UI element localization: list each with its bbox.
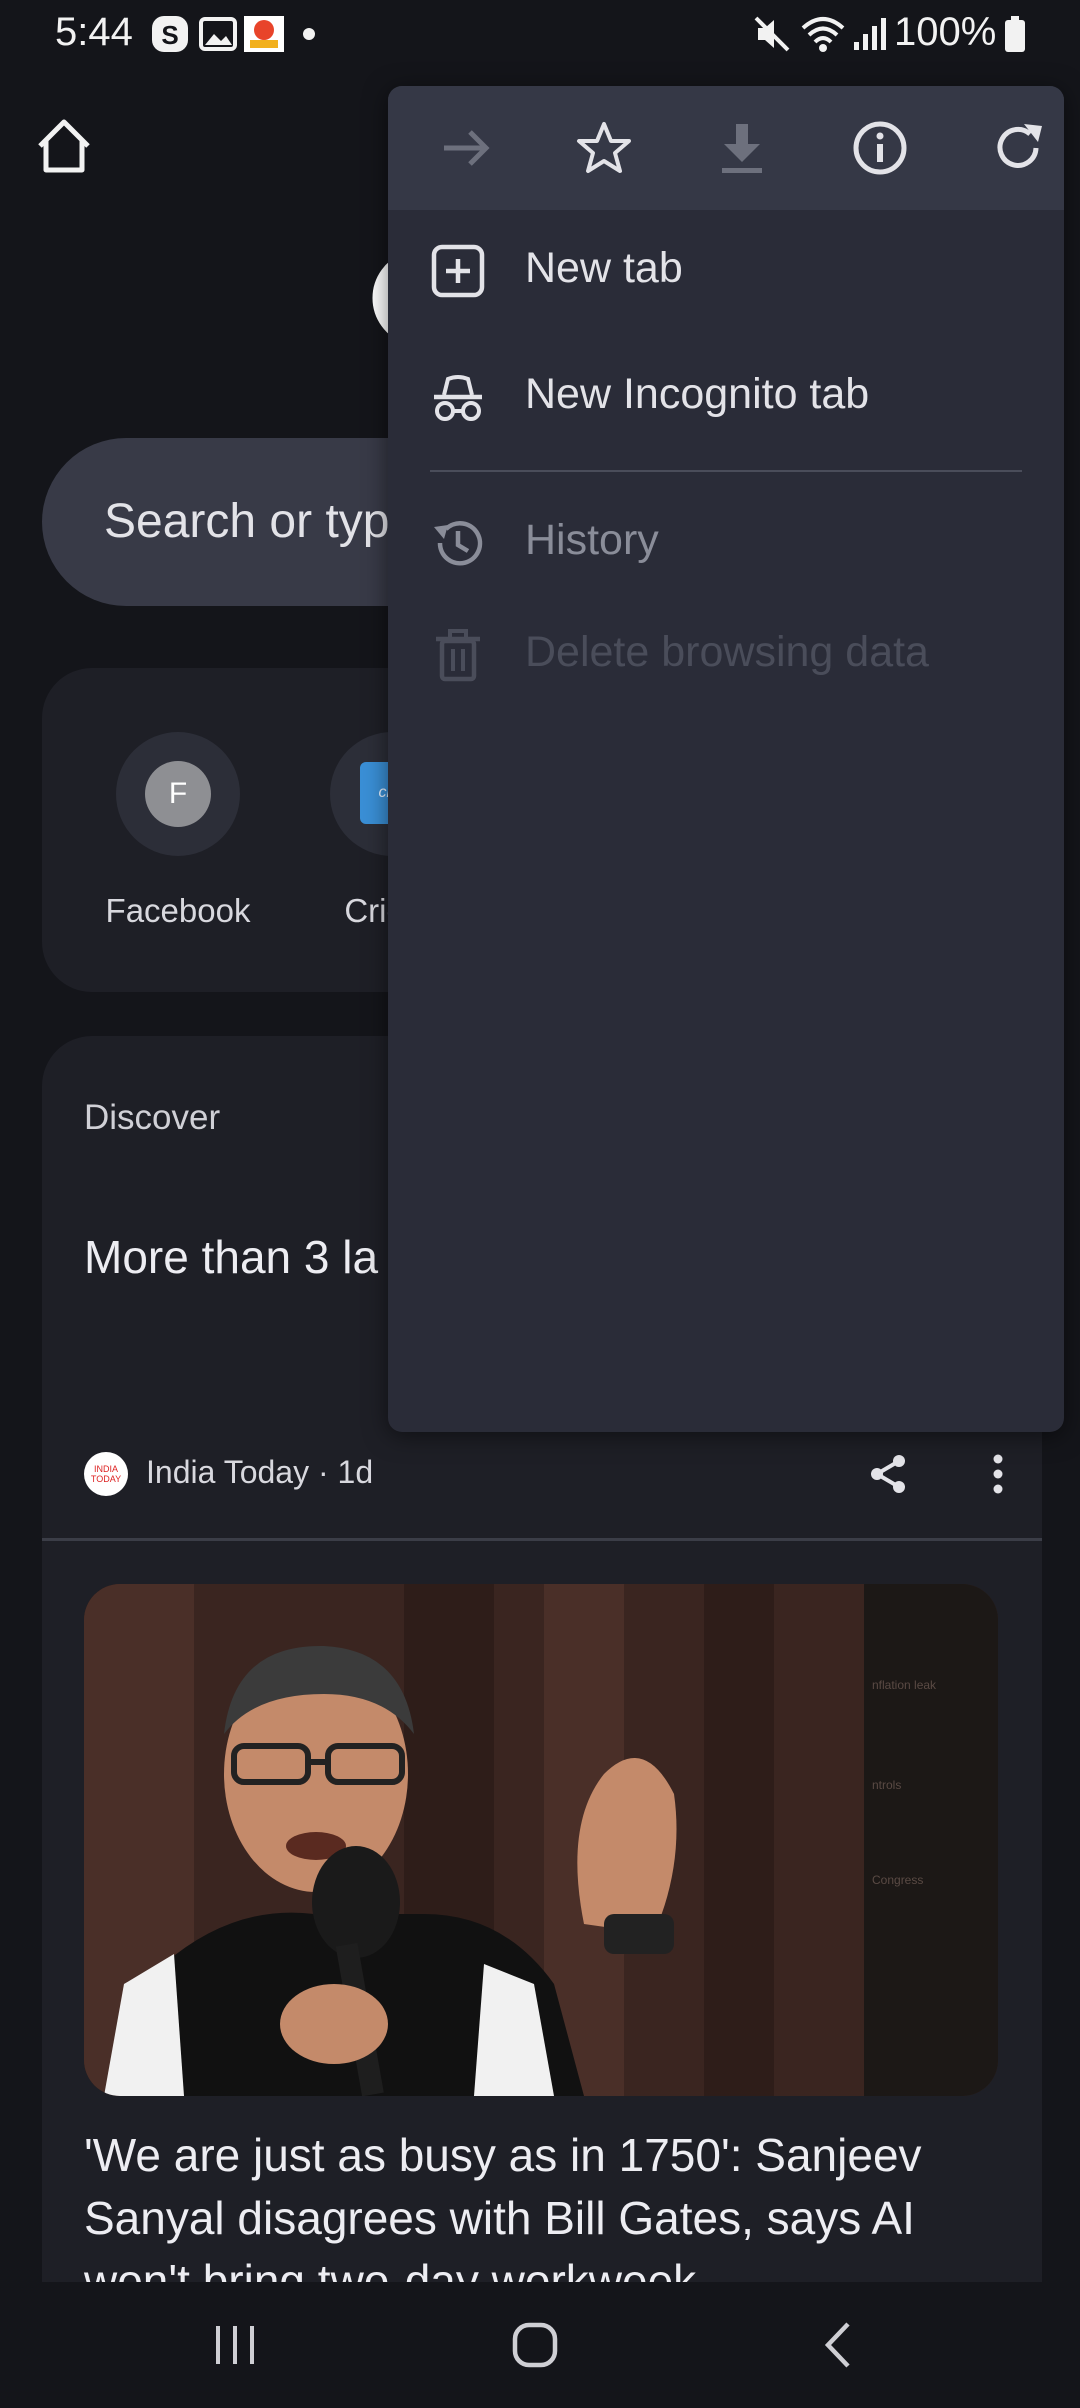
article-image[interactable]: nflation leak ntrols Congress [84, 1584, 998, 2096]
search-placeholder: Search or type [104, 495, 417, 548]
recents-icon [216, 2326, 254, 2364]
reload-button[interactable] [986, 116, 1050, 180]
s-app-icon: S [150, 14, 190, 54]
menu-divider [430, 470, 1022, 472]
download-icon [722, 124, 762, 173]
menu-item-delete-browsing-data[interactable]: Delete browsing data [388, 600, 1064, 710]
shortcut-facebook-icon: F [116, 732, 240, 856]
image-text-1: nflation leak [872, 1678, 937, 1692]
mute-icon [752, 14, 792, 54]
menu-item-label: New Incognito tab [525, 370, 870, 418]
bookmark-star-icon [577, 122, 631, 173]
more-options-icon[interactable] [988, 1452, 1008, 1496]
battery-icon [1004, 14, 1026, 54]
menu-item-label: History [525, 516, 659, 564]
svg-text:INDIA: INDIA [94, 1464, 118, 1474]
facebook-initial: F [145, 761, 211, 827]
back-button[interactable] [804, 2310, 874, 2380]
info-icon [853, 121, 907, 175]
menu-toolbar [388, 86, 1064, 210]
menu-item-label: New tab [525, 244, 683, 292]
status-time: 5:44 [55, 10, 133, 54]
home-button[interactable] [30, 112, 98, 180]
battery-percent: 100% [894, 10, 997, 54]
forward-icon [444, 130, 490, 166]
menu-item-label: Delete browsing data [525, 628, 929, 676]
recents-button[interactable] [200, 2310, 270, 2380]
page-info-button[interactable] [848, 116, 912, 180]
card-divider [42, 1538, 1042, 1541]
menu-item-new-tab[interactable]: New tab [388, 216, 1064, 326]
overflow-menu: New tab New Incognito tab History Delete… [388, 86, 1064, 1432]
svg-text:S: S [161, 20, 178, 50]
gallery-icon [198, 14, 238, 54]
reload-icon [997, 124, 1042, 168]
dot-icon [303, 28, 315, 40]
system-nav-bar [0, 2282, 1080, 2408]
share-icon[interactable] [866, 1452, 910, 1496]
menu-item-new-incognito-tab[interactable]: New Incognito tab [388, 342, 1064, 452]
trash-icon [430, 627, 486, 683]
back-icon [824, 2322, 850, 2368]
svg-text:TODAY: TODAY [91, 1474, 121, 1484]
article-source: India Today · 1d [146, 1454, 374, 1490]
india-today-logo: INDIA TODAY [84, 1452, 128, 1496]
shortcut-label: Facebook [105, 892, 251, 929]
history-icon [430, 515, 486, 571]
signal-icon [850, 14, 890, 54]
bookmark-button[interactable] [572, 116, 636, 180]
discover-title: Discover [84, 1098, 221, 1137]
status-bar: 5:44 S 100% [0, 0, 1080, 70]
home-nav-button[interactable] [500, 2310, 570, 2380]
wifi-icon [800, 14, 846, 54]
home-nav-icon [512, 2322, 558, 2368]
image-text-3: Congress [872, 1873, 923, 1887]
new-tab-icon [430, 243, 486, 299]
incognito-icon [430, 369, 486, 425]
image-text-2: ntrols [872, 1778, 901, 1792]
menu-item-history[interactable]: History [388, 488, 1064, 598]
home-icon [38, 119, 90, 173]
app-badge-icon [244, 14, 284, 54]
article-title[interactable]: 'We are just as busy as in 1750': Sanjee… [84, 2124, 1004, 2286]
shortcut-facebook[interactable]: F Facebook [78, 732, 278, 930]
download-button[interactable] [710, 116, 774, 180]
forward-button[interactable] [434, 116, 498, 180]
article-source-row: INDIA TODAY India Today · 1d [84, 1452, 1004, 1496]
